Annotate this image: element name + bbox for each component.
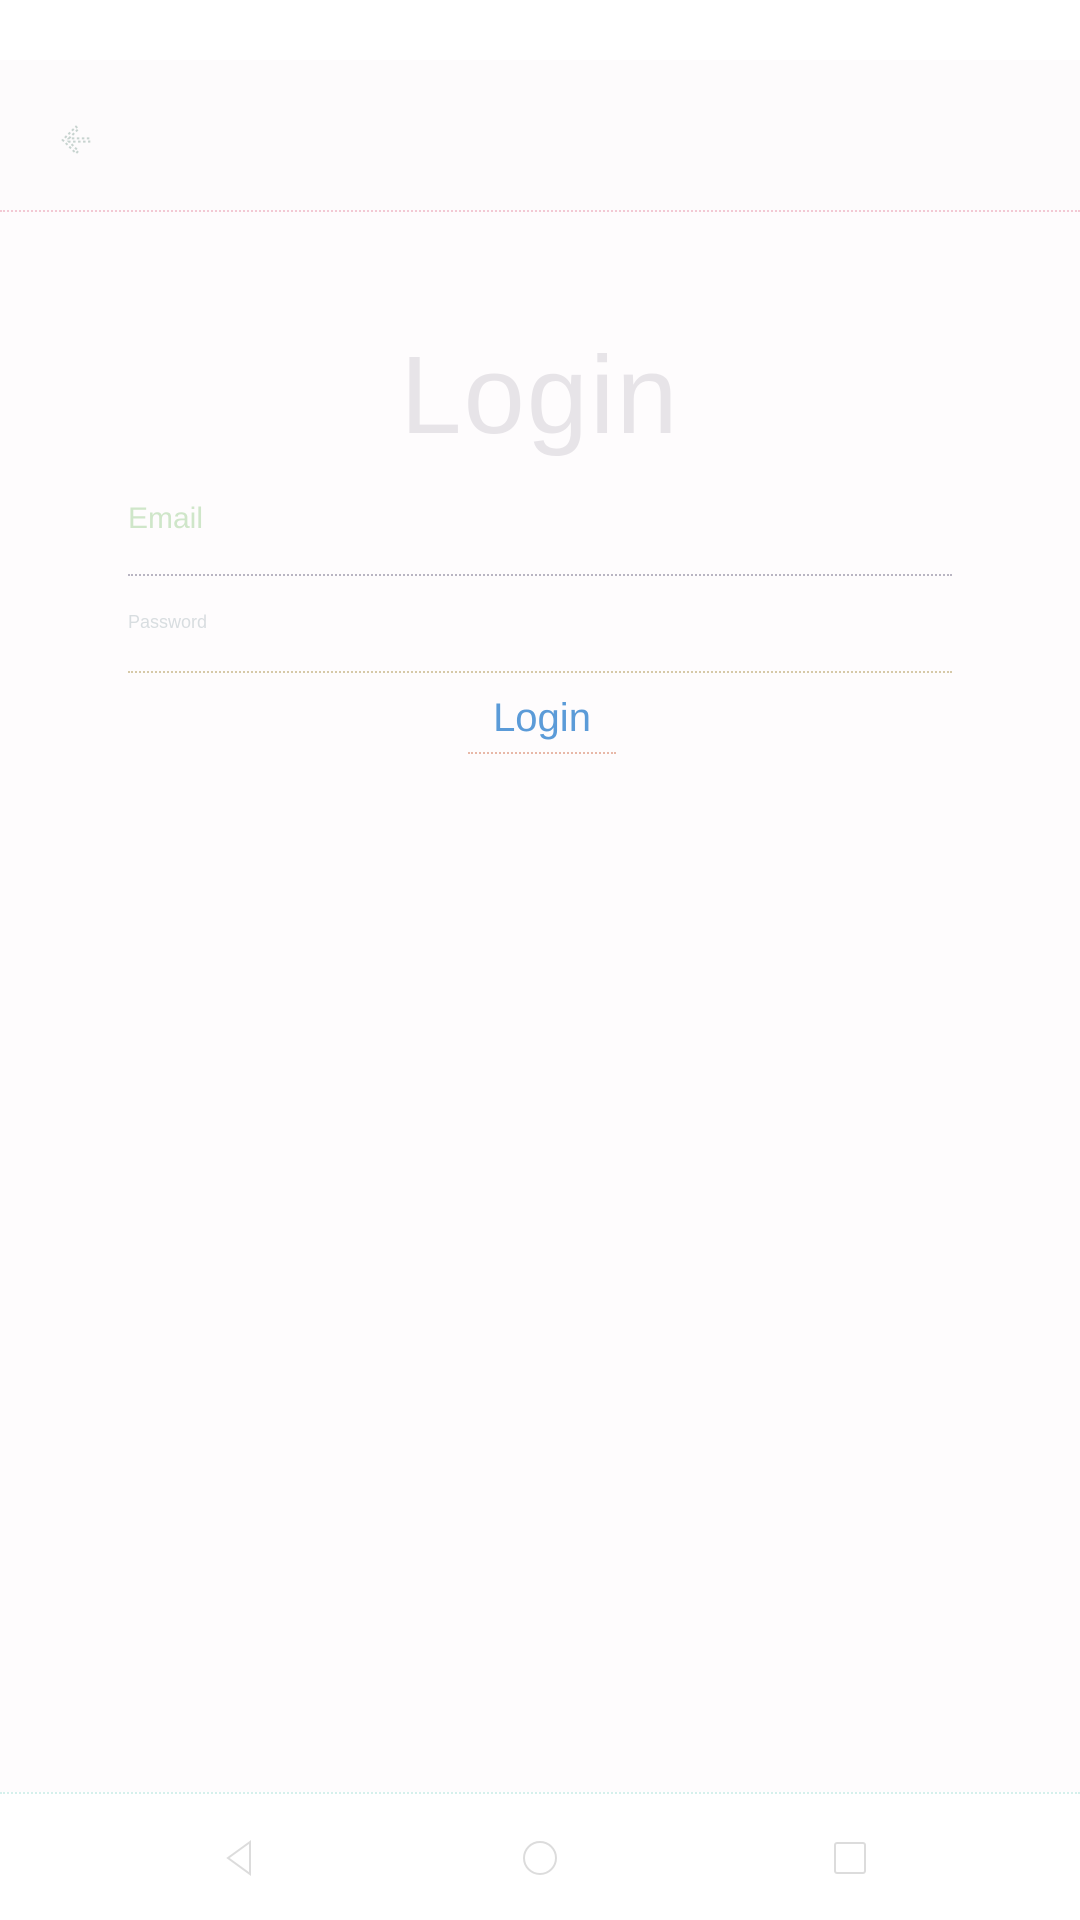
password-input[interactable] bbox=[128, 633, 952, 673]
password-label: Password bbox=[128, 612, 208, 632]
arrow-back-icon bbox=[61, 125, 91, 155]
nav-recents-button[interactable] bbox=[818, 1826, 882, 1890]
username-field: Email bbox=[128, 502, 952, 576]
status-bar bbox=[0, 0, 1080, 60]
triangle-back-icon bbox=[226, 1840, 251, 1876]
nav-home-button[interactable] bbox=[508, 1826, 572, 1890]
app-bar bbox=[0, 60, 1080, 212]
page-title: Login bbox=[400, 334, 680, 457]
username-label: Email bbox=[128, 502, 204, 535]
username-input[interactable] bbox=[128, 536, 952, 576]
password-field: Password bbox=[128, 612, 952, 673]
login-content: Login Email Password Login bbox=[0, 212, 1080, 1792]
circle-home-icon bbox=[523, 1841, 557, 1875]
login-button[interactable]: Login bbox=[468, 684, 616, 754]
back-button[interactable] bbox=[40, 104, 112, 176]
system-nav-bar bbox=[0, 1792, 1080, 1920]
login-screen: Login Email Password Login bbox=[0, 0, 1080, 1920]
square-recents-icon bbox=[834, 1842, 866, 1874]
nav-back-button[interactable] bbox=[208, 1826, 272, 1890]
